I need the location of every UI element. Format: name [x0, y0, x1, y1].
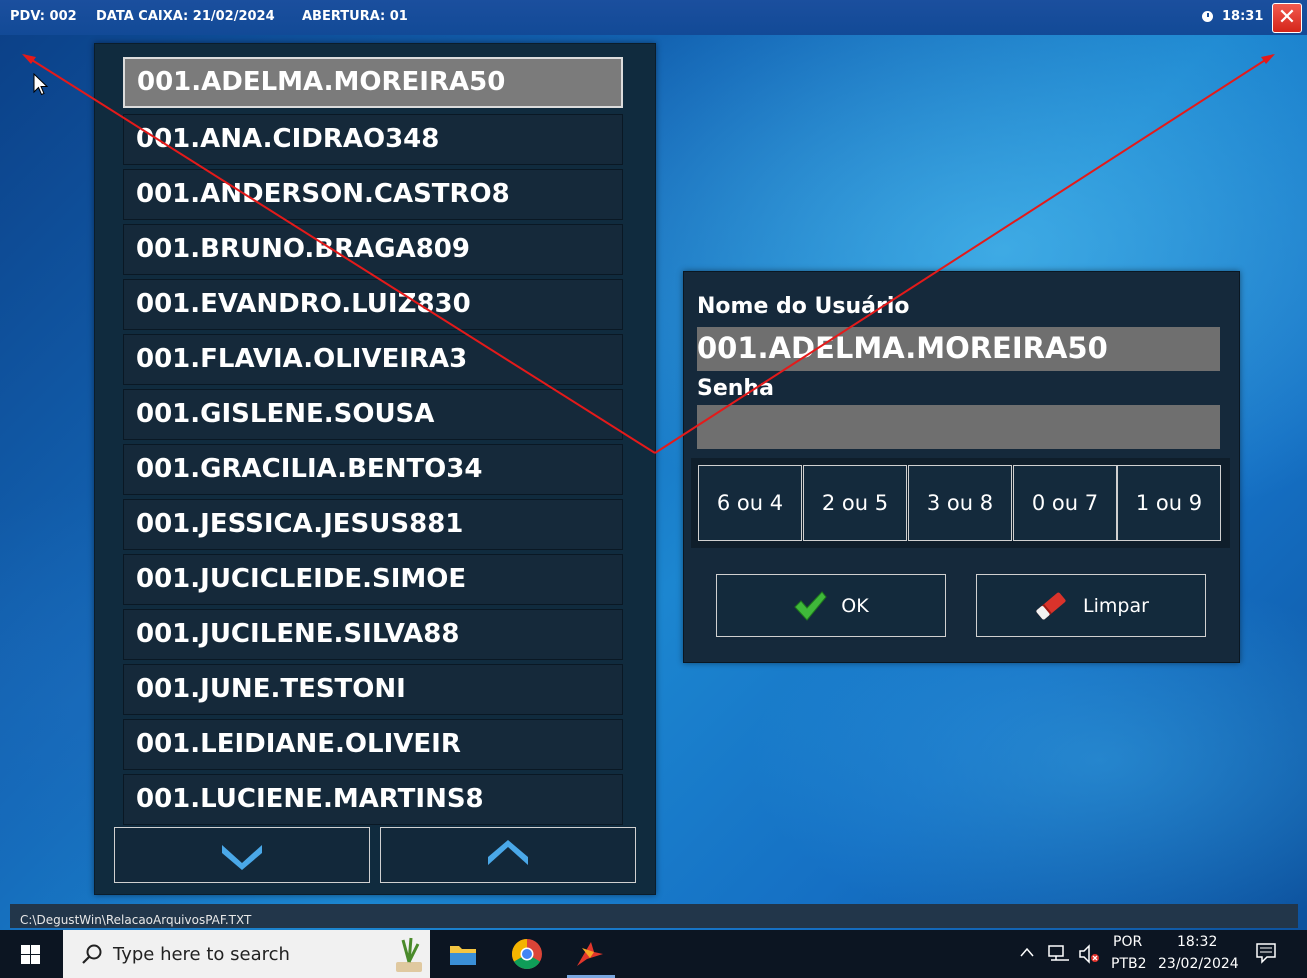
user-list-item[interactable]: 001.FLAVIA.OLIVEIRA3 — [123, 334, 623, 385]
clock-time: 18:31 — [1222, 9, 1264, 24]
windows-start-icon[interactable] — [0, 930, 62, 978]
keypad-button[interactable]: 3 ou 8 — [908, 465, 1012, 541]
user-list-item[interactable]: 001.GISLENE.SOUSA — [123, 389, 623, 440]
ok-button[interactable]: OK — [716, 574, 946, 637]
taskbar: Type here to search POR PTB2 18:32 23/02… — [0, 930, 1307, 978]
login-panel: Nome do Usuário 001.ADELMA.MOREIRA50 Sen… — [683, 271, 1240, 663]
keypad-button[interactable]: 2 ou 5 — [803, 465, 907, 541]
user-list-item[interactable]: 001.ANDERSON.CASTRO8 — [123, 169, 623, 220]
scroll-down-button[interactable] — [114, 827, 370, 883]
user-list-item[interactable]: 001.EVANDRO.LUIZ830 — [123, 279, 623, 330]
user-list-item[interactable]: 001.JESSICA.JESUS881 — [123, 499, 623, 550]
speaker-muted-icon[interactable] — [1078, 943, 1102, 965]
network-icon[interactable] — [1048, 943, 1070, 963]
app-icon[interactable] — [572, 936, 608, 972]
user-list-item[interactable]: 001.ANA.CIDRAO348 — [123, 114, 623, 165]
clear-button[interactable]: Limpar — [976, 574, 1206, 637]
clear-label: Limpar — [1083, 594, 1149, 617]
scroll-up-button[interactable] — [380, 827, 636, 883]
user-list-item[interactable]: 001.LUCIENE.MARTINS8 — [123, 774, 623, 825]
user-list-item[interactable]: 001.GRACILIA.BENTO34 — [123, 444, 623, 495]
mouse-cursor-icon — [33, 73, 49, 96]
search-placeholder: Type here to search — [113, 944, 290, 965]
search-input[interactable]: Type here to search — [63, 930, 430, 978]
ok-label: OK — [841, 594, 869, 617]
data-caixa-label: DATA CAIXA: 21/02/2024 — [96, 9, 275, 24]
keypad-button[interactable]: 0 ou 7 — [1013, 465, 1117, 541]
clock-icon — [1202, 11, 1213, 22]
keypad: 6 ou 4 2 ou 5 3 ou 8 0 ou 7 1 ou 9 — [691, 458, 1230, 548]
chrome-icon[interactable] — [509, 936, 545, 972]
checkmark-icon — [794, 590, 827, 621]
file-explorer-icon[interactable] — [445, 936, 481, 972]
taskbar-date[interactable]: 23/02/2024 — [1158, 956, 1239, 972]
keypad-button[interactable]: 6 ou 4 — [698, 465, 802, 541]
password-field[interactable] — [697, 405, 1220, 449]
title-bar: PDV: 002 DATA CAIXA: 21/02/2024 ABERTURA… — [0, 0, 1307, 35]
search-icon — [82, 944, 102, 964]
user-list-item[interactable]: 001.JUCICLEIDE.SIMOE — [123, 554, 623, 605]
keypad-button[interactable]: 1 ou 9 — [1117, 465, 1221, 541]
chevron-up-icon — [488, 840, 528, 865]
user-list-item[interactable]: 001.LEIDIANE.OLIVEIR — [123, 719, 623, 770]
chevron-up-icon[interactable] — [1019, 946, 1035, 958]
status-path: C:\DegustWin\RelacaoArquivosPAF.TXT — [10, 904, 1298, 928]
eraser-icon — [1036, 592, 1066, 619]
user-list-item[interactable]: 001.JUNE.TESTONI — [123, 664, 623, 715]
user-list-item[interactable]: 001.JUCILENE.SILVA88 — [123, 609, 623, 660]
keyboard-indicator[interactable]: PTB2 — [1111, 956, 1147, 972]
password-label: Senha — [697, 376, 774, 401]
notification-icon[interactable] — [1255, 942, 1277, 964]
abertura-label: ABERTURA: 01 — [302, 9, 408, 24]
user-list-item[interactable]: 001.ADELMA.MOREIRA50 — [123, 57, 623, 108]
user-list-panel: 001.ADELMA.MOREIRA50 001.ANA.CIDRAO348 0… — [94, 43, 656, 895]
chevron-down-icon — [222, 845, 262, 870]
user-name-field[interactable]: 001.ADELMA.MOREIRA50 — [697, 327, 1220, 371]
search-highlight-art — [396, 937, 422, 972]
user-name-label: Nome do Usuário — [697, 294, 910, 319]
pdv-label: PDV: 002 — [10, 9, 77, 24]
user-list-item[interactable]: 001.BRUNO.BRAGA809 — [123, 224, 623, 275]
close-button[interactable]: ✕ — [1272, 3, 1302, 33]
language-indicator[interactable]: POR — [1113, 934, 1142, 950]
taskbar-time[interactable]: 18:32 — [1177, 934, 1217, 950]
